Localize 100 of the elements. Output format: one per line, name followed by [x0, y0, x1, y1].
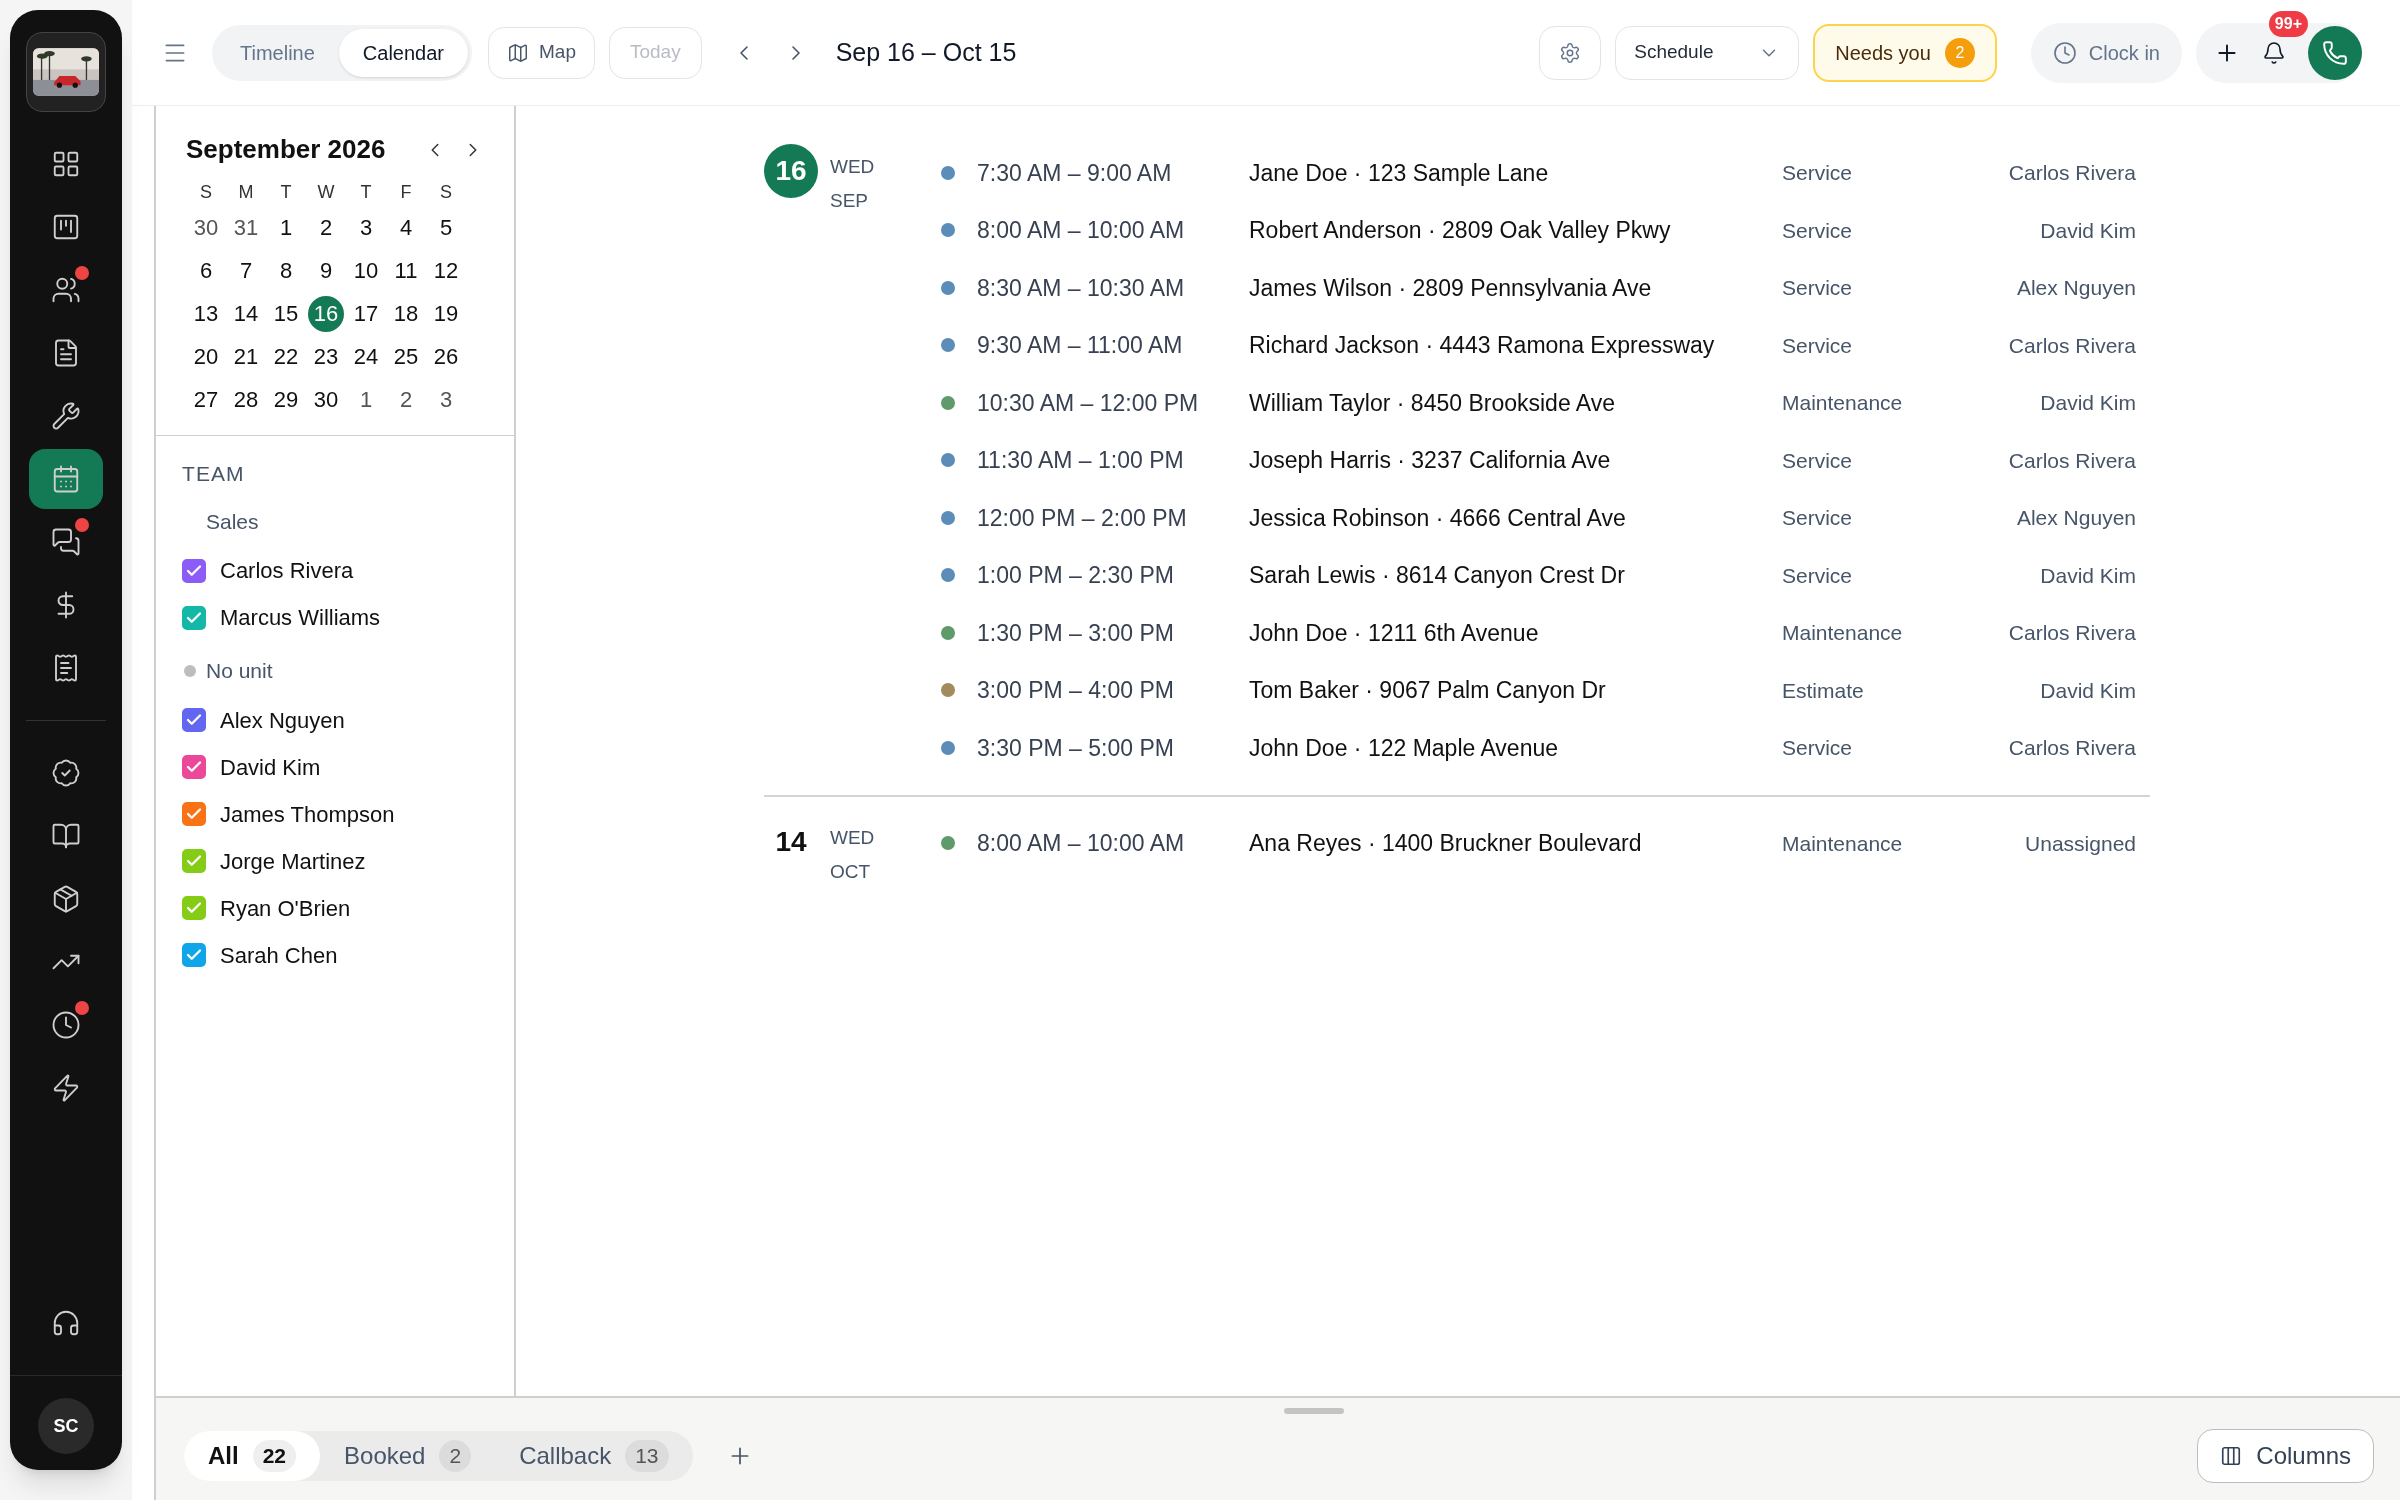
calendar-day[interactable]: 31: [228, 209, 264, 246]
appointment-row[interactable]: 8:30 AM – 10:30 AM James Wilson · 2809 Pennsylvania Ave Service Alex Nguyen: [929, 259, 2150, 317]
assignee-name: Alex Nguyen: [2015, 505, 2137, 531]
appointment-row[interactable]: 3:30 PM – 5:00 PM John Doe · 122 Maple Avenue Service Carlos Rivera: [929, 719, 2150, 777]
schedule-dropdown[interactable]: Schedule: [1615, 25, 1800, 80]
calendar-day[interactable]: 18: [388, 295, 424, 332]
member-checkbox[interactable]: [182, 943, 206, 967]
calendar-day[interactable]: 29: [268, 381, 304, 418]
appointment-time: 1:00 PM – 2:30 PM: [977, 561, 1175, 590]
map-button[interactable]: Map: [488, 26, 595, 79]
calendar-day[interactable]: 14: [228, 295, 264, 332]
calendar-day[interactable]: 28: [228, 381, 264, 418]
calendar-day[interactable]: 10: [348, 252, 384, 289]
member-checkbox[interactable]: [182, 708, 206, 732]
appointment-row[interactable]: 3:00 PM – 4:00 PM Tom Baker · 9067 Palm Canyon Dr Estimate David Kim: [929, 661, 2150, 719]
appointment-time: 3:30 PM – 5:00 PM: [977, 733, 1175, 763]
bell-icon[interactable]: [2262, 40, 2286, 65]
appointment-type: Service: [1782, 275, 1854, 301]
appointment-row[interactable]: 7:30 AM – 9:00 AM Jane Doe · 123 Sample Lane Service Carlos Rivera: [929, 144, 2150, 202]
calendar-day[interactable]: 1: [348, 381, 384, 418]
calendar-day[interactable]: 3: [348, 209, 384, 246]
member-checkbox[interactable]: [182, 755, 206, 779]
appointment-row[interactable]: 8:00 AM – 10:00 AM Ana Reyes · 1400 Bruckner Boulevard Maintenance Unassigned: [929, 814, 2150, 872]
calendar-day[interactable]: 8: [268, 252, 304, 289]
calendar-day[interactable]: 23: [308, 338, 344, 375]
calendar-day[interactable]: 7: [228, 252, 264, 289]
day-number: 14: [774, 824, 808, 859]
calendar-day[interactable]: 22: [268, 338, 304, 375]
calendar-day[interactable]: 27: [188, 381, 224, 418]
calendar-day[interactable]: 5: [428, 209, 464, 246]
member-checkbox[interactable]: [182, 896, 206, 920]
appointment-title: Robert Anderson · 2809 Oak Valley Pkwy: [1249, 216, 1672, 245]
calendar-day[interactable]: 11: [388, 252, 424, 289]
calendar-day[interactable]: 19: [428, 295, 464, 332]
member-name: Jorge Martinez: [220, 847, 366, 876]
appointment-title: Jane Doe · 123 Sample Lane: [1249, 158, 1550, 188]
calendar-day[interactable]: 12: [428, 252, 464, 289]
appointment-row[interactable]: 8:00 AM – 10:00 AM Robert Anderson · 2809 Oak Valley Pkwy Service David Kim: [929, 201, 2150, 259]
member-checkbox[interactable]: [182, 605, 206, 630]
calendar-day[interactable]: 25: [388, 338, 424, 375]
member-checkbox[interactable]: [182, 802, 206, 826]
calendar-day[interactable]: 6: [188, 252, 224, 289]
resize-handle[interactable]: [1284, 1408, 1344, 1414]
map-icon: [507, 41, 529, 64]
calendar-day[interactable]: 1: [268, 209, 304, 246]
weekday-label: F: [399, 181, 413, 204]
settings-button[interactable]: [1539, 25, 1602, 80]
calendar-day[interactable]: 2: [308, 209, 344, 246]
appointment-row[interactable]: 10:30 AM – 12:00 PM William Taylor · 8450 Brookside Ave Maintenance David Kim: [929, 374, 2150, 432]
columns-button[interactable]: Columns: [2197, 1429, 2374, 1483]
logo-tile[interactable]: [26, 32, 106, 112]
date-range: Sep 16 – Oct 15: [835, 36, 1017, 68]
filter-tab[interactable]: Booked 2: [320, 1431, 496, 1481]
assignee-name: Carlos Rivera: [2007, 160, 2137, 186]
calendar-day[interactable]: 16: [308, 295, 344, 332]
member-name: Sarah Chen: [220, 941, 338, 970]
clock-in-button[interactable]: Clock in: [2030, 22, 2182, 83]
calendar-day[interactable]: 4: [388, 209, 424, 246]
appointment-type: Maintenance: [1782, 390, 1904, 416]
appointment-row[interactable]: 11:30 AM – 1:00 PM Joseph Harris · 3237 California Ave Service Carlos Rivera: [929, 431, 2150, 489]
calendar-day[interactable]: 13: [188, 295, 224, 332]
settings-icon: [1559, 41, 1582, 64]
calendar-day[interactable]: 21: [228, 338, 264, 375]
calendar-day[interactable]: 17: [348, 295, 384, 332]
filter-tab[interactable]: Callback 13: [495, 1431, 693, 1481]
phone-button[interactable]: [2308, 25, 2362, 80]
appointment-type: Maintenance: [1782, 830, 1904, 857]
appointment-title: William Taylor · 8450 Brookside Ave: [1249, 388, 1617, 418]
calendar-day[interactable]: 30: [308, 381, 344, 418]
calendar-day[interactable]: 2: [388, 381, 424, 418]
assignee-name: David Kim: [2039, 217, 2137, 244]
appointment-time: 8:30 AM – 10:30 AM: [977, 273, 1186, 303]
view-tab[interactable]: Timeline: [216, 28, 339, 77]
filter-tab[interactable]: All 22: [184, 1431, 321, 1481]
member-checkbox[interactable]: [182, 849, 206, 873]
needs-you-button[interactable]: Needs you 2: [1813, 23, 1997, 82]
appointment-row[interactable]: 12:00 PM – 2:00 PM Jessica Robinson · 4666 Central Ave Service Alex Nguyen: [929, 489, 2150, 547]
appointment-time: 7:30 AM – 9:00 AM: [977, 158, 1173, 188]
appointment-title: Joseph Harris · 3237 California Ave: [1249, 446, 1612, 475]
calendar-day[interactable]: 9: [308, 252, 344, 289]
calendar-day[interactable]: 15: [268, 295, 304, 332]
calendar-day[interactable]: 3: [428, 381, 464, 418]
view-tab[interactable]: Calendar: [338, 28, 468, 77]
headset-icon: [51, 1308, 81, 1338]
user-avatar[interactable]: SC: [38, 1398, 94, 1454]
appointment-row[interactable]: 1:00 PM – 2:30 PM Sarah Lewis · 8614 Canyon Crest Dr Service David Kim: [929, 546, 2150, 604]
appointment-row[interactable]: 1:30 PM – 3:00 PM John Doe · 1211 6th Avenue Maintenance Carlos Rivera: [929, 604, 2150, 662]
calendar-day[interactable]: 20: [188, 338, 224, 375]
appointment-time: 9:30 AM – 11:00 AM: [977, 331, 1184, 360]
sidebar-nav-button[interactable]: [29, 449, 103, 509]
member-checkbox[interactable]: [182, 558, 206, 583]
calendar-day[interactable]: 24: [348, 338, 384, 375]
appointment-type: Service: [1782, 505, 1854, 531]
calendar-day[interactable]: 26: [428, 338, 464, 375]
appointment-type: Estimate: [1782, 677, 1865, 704]
weekday-label: M: [237, 181, 255, 204]
people-icon: [51, 275, 81, 305]
appointment-row[interactable]: 9:30 AM – 11:00 AM Richard Jackson · 4443 Ramona Expressway Service Carlos Rivera: [929, 316, 2150, 374]
calendar-day[interactable]: 30: [188, 209, 224, 246]
weekday-label: T: [359, 181, 373, 204]
